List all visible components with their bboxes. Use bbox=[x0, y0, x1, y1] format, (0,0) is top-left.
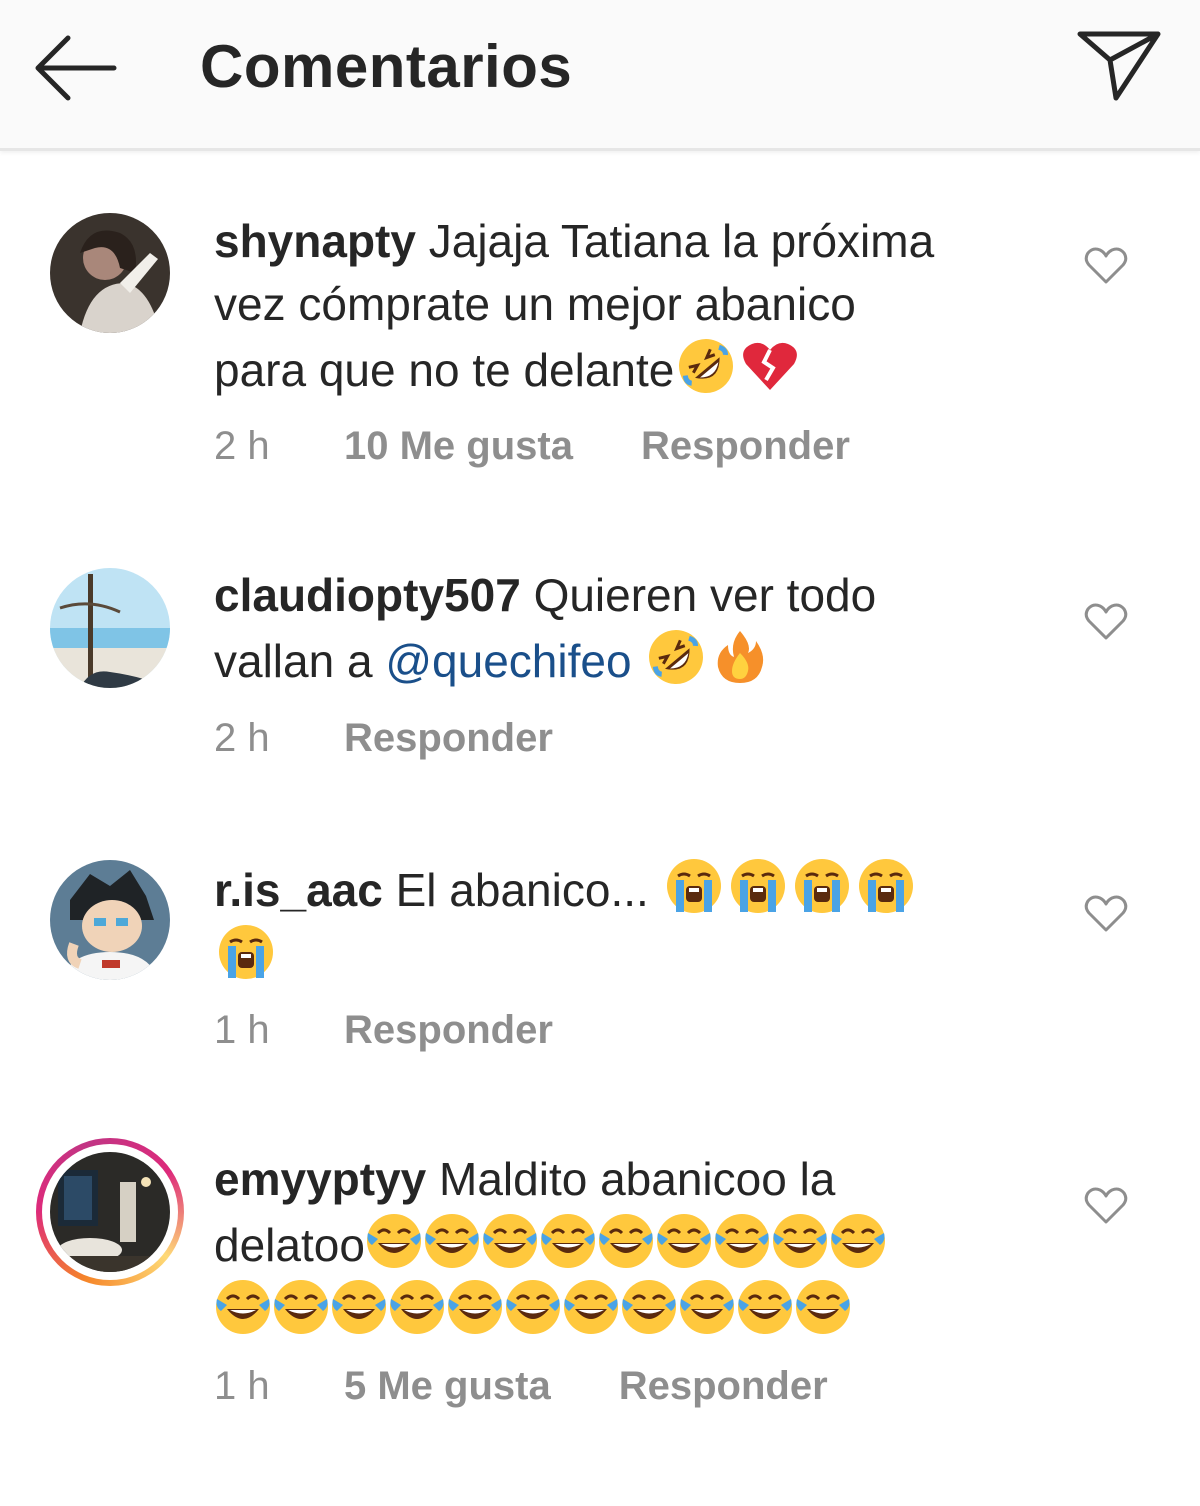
face-with-tears-of-joy-icon bbox=[735, 1277, 795, 1337]
face-with-tears-of-joy-icon bbox=[422, 1211, 482, 1271]
rolling-on-floor-laughing-icon bbox=[646, 627, 706, 687]
paper-plane-icon bbox=[1077, 31, 1161, 101]
comment-text-line: para que no te delante bbox=[214, 344, 675, 396]
face-with-tears-of-joy-icon bbox=[387, 1277, 447, 1337]
face-with-tears-of-joy-icon bbox=[329, 1277, 389, 1337]
avatar[interactable] bbox=[50, 568, 170, 688]
like-heart-icon[interactable] bbox=[1084, 246, 1128, 286]
back-button[interactable] bbox=[28, 28, 124, 108]
story-ring[interactable] bbox=[36, 1138, 184, 1286]
reply-button[interactable]: Responder bbox=[344, 1008, 553, 1053]
comment-time: 2 h bbox=[214, 424, 270, 468]
comment-time: 1 h bbox=[214, 1008, 270, 1052]
reply-button[interactable]: Responder bbox=[344, 716, 553, 761]
face-with-tears-of-joy-icon bbox=[619, 1277, 679, 1337]
face-with-tears-of-joy-icon bbox=[793, 1277, 853, 1337]
comment-text-line: Quieren ver todo bbox=[533, 569, 877, 621]
face-with-tears-of-joy-icon bbox=[654, 1211, 714, 1271]
comment-username[interactable]: emyyptyy bbox=[214, 1153, 426, 1205]
loudly-crying-icon bbox=[728, 856, 788, 916]
comment-text-line: vallan a bbox=[214, 635, 373, 687]
page-title: Comentarios bbox=[200, 33, 573, 100]
likes-count[interactable]: 10 Me gusta bbox=[344, 424, 573, 469]
like-heart-icon[interactable] bbox=[1084, 602, 1128, 642]
loudly-crying-icon bbox=[792, 856, 852, 916]
face-with-tears-of-joy-icon bbox=[480, 1211, 540, 1271]
face-with-tears-of-joy-icon bbox=[503, 1277, 563, 1337]
loudly-crying-icon bbox=[216, 922, 276, 982]
arrow-left-icon bbox=[35, 35, 117, 101]
face-with-tears-of-joy-icon bbox=[596, 1211, 656, 1271]
like-heart-icon[interactable] bbox=[1084, 894, 1128, 934]
mention-link[interactable]: @quechifeo bbox=[385, 635, 631, 687]
comment-text-line: vez cómprate un mejor abanico bbox=[214, 278, 856, 330]
comment-text-line: Maldito abanicoo la bbox=[439, 1153, 836, 1205]
face-with-tears-of-joy-icon bbox=[364, 1211, 424, 1271]
face-with-tears-of-joy-icon bbox=[538, 1211, 598, 1271]
broken-heart-icon bbox=[740, 336, 800, 396]
comment-username[interactable]: r.is_aac bbox=[214, 864, 383, 916]
face-with-tears-of-joy-icon bbox=[445, 1277, 505, 1337]
comment-username[interactable]: shynapty bbox=[214, 215, 416, 267]
loudly-crying-icon bbox=[664, 856, 724, 916]
face-with-tears-of-joy-icon bbox=[271, 1277, 331, 1337]
face-with-tears-of-joy-icon bbox=[213, 1277, 273, 1337]
face-with-tears-of-joy-icon bbox=[561, 1277, 621, 1337]
likes-count[interactable]: 5 Me gusta bbox=[344, 1364, 551, 1409]
face-with-tears-of-joy-icon bbox=[677, 1277, 737, 1337]
comment-text-line: Jajaja Tatiana la próxima bbox=[428, 215, 935, 267]
comment-text-line: delatoo bbox=[214, 1219, 365, 1271]
face-with-tears-of-joy-icon bbox=[828, 1211, 888, 1271]
loudly-crying-icon bbox=[856, 856, 916, 916]
fire-icon bbox=[710, 627, 770, 687]
avatar[interactable] bbox=[50, 860, 170, 980]
reply-button[interactable]: Responder bbox=[619, 1364, 828, 1409]
like-heart-icon[interactable] bbox=[1084, 1186, 1128, 1226]
comment-text-line: El abanico... bbox=[395, 864, 649, 916]
direct-message-button[interactable] bbox=[1072, 26, 1166, 106]
top-bar: Comentarios bbox=[0, 0, 1200, 151]
face-with-tears-of-joy-icon bbox=[712, 1211, 772, 1271]
rolling-on-floor-laughing-icon bbox=[676, 336, 736, 396]
comment-username[interactable]: claudiopty507 bbox=[214, 569, 521, 621]
comment-time: 2 h bbox=[214, 716, 270, 760]
reply-button[interactable]: Responder bbox=[641, 424, 850, 469]
face-with-tears-of-joy-icon bbox=[770, 1211, 830, 1271]
avatar[interactable] bbox=[50, 1152, 170, 1272]
comment-time: 1 h bbox=[214, 1364, 270, 1408]
avatar[interactable] bbox=[50, 213, 170, 333]
